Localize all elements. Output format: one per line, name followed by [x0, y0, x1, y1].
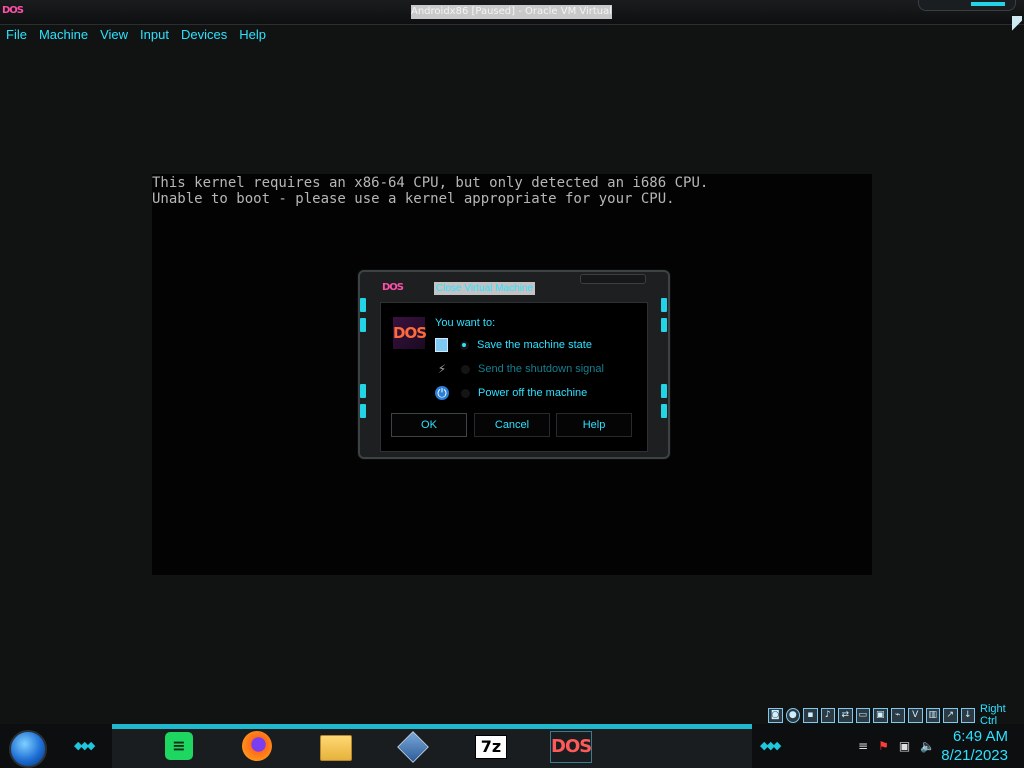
title-decoration — [918, 0, 1016, 11]
menu-input[interactable]: Input — [134, 24, 175, 46]
help-button[interactable]: Help — [556, 413, 632, 437]
network-tray-icon[interactable]: ▣ — [899, 739, 910, 753]
keyboard-capture-icon[interactable]: ↓ — [960, 707, 975, 723]
lightning-icon: ⚡ — [437, 362, 447, 376]
taskbar-chevron-right-icon: ◆◆◆ — [760, 739, 781, 752]
dialog-logo: DOS — [382, 282, 404, 293]
window-title: Androidx86 [Paused] - Oracle VM VirtualB… — [411, 5, 612, 19]
console-line-1: This kernel requires an x86-64 CPU, but … — [152, 175, 709, 191]
network-icon[interactable]: ⇄ — [838, 707, 853, 723]
dos-icon[interactable]: DOS — [548, 729, 592, 763]
optical-drive-icon[interactable]: ● — [785, 707, 800, 723]
clock[interactable]: 6:49 AM 8/21/2023 — [941, 727, 1008, 765]
menu-view[interactable]: View — [94, 24, 134, 46]
dialog-right-decoration — [661, 294, 668, 434]
dialog-top-decoration — [580, 274, 646, 284]
ok-button[interactable]: OK — [391, 413, 467, 437]
taskbar: ◆◆◆ ◆◆◆ ≡ 7z DOS ≡ ⚑ ▣ 🔈 6:49 AM 8/21/20… — [0, 724, 1024, 768]
title-bar: DOS Androidx86 [Paused] - Oracle VM Virt… — [0, 0, 1024, 25]
dialog-left-decoration — [360, 294, 367, 434]
radio-power-off[interactable] — [461, 388, 470, 398]
floppy-icon[interactable]: ▪ — [803, 707, 818, 723]
option-power-off[interactable]: ⏻ Power off the machine — [435, 385, 587, 401]
display-icon[interactable]: ▣ — [873, 707, 888, 723]
7zip-icon[interactable]: 7z — [473, 729, 507, 763]
close-vm-dialog: DOS Close Virtual Machine DOS You want t… — [358, 270, 670, 459]
menu-file[interactable]: File — [0, 24, 33, 46]
option-label: Save the machine state — [477, 339, 592, 351]
option-label: Send the shutdown signal — [478, 363, 604, 375]
dialog-app-icon: DOS — [393, 317, 427, 349]
firefox-icon[interactable] — [240, 729, 274, 763]
app-logo: DOS — [2, 5, 24, 16]
dialog-title: Close Virtual Machine — [434, 282, 536, 295]
action-center-flag-icon[interactable]: ⚑ — [878, 739, 889, 753]
taskbar-base — [112, 729, 752, 768]
volume-icon[interactable]: 🔈 — [920, 739, 935, 753]
dialog-prompt: You want to: — [435, 317, 496, 329]
shared-folder-icon[interactable]: ▭ — [855, 707, 870, 723]
dialog-body: DOS You want to: Save the machine state … — [380, 302, 648, 452]
cancel-button[interactable]: Cancel — [474, 413, 550, 437]
cpu-icon[interactable]: ▥ — [925, 707, 940, 723]
clock-date: 8/21/2023 — [941, 747, 1008, 764]
virtualbox-icon[interactable] — [395, 729, 429, 763]
file-explorer-icon[interactable] — [318, 729, 352, 763]
power-icon: ⏻ — [435, 386, 449, 400]
audio-icon[interactable]: ♪ — [820, 707, 835, 723]
7zip-label: 7z — [475, 735, 507, 759]
vm-status-bar: ◙ ● ▪ ♪ ⇄ ▭ ▣ ⌁ V ▥ ↗ ↓ Right Ctrl — [768, 703, 1024, 727]
menu-help[interactable]: Help — [233, 24, 272, 46]
menu-devices[interactable]: Devices — [175, 24, 233, 46]
spotify-icon[interactable]: ≡ — [162, 729, 196, 763]
hard-disk-icon[interactable]: ◙ — [768, 707, 783, 723]
recording-icon[interactable]: V — [908, 707, 923, 723]
console-line-2: Unable to boot - please use a kernel app… — [152, 191, 675, 207]
system-tray: ≡ ⚑ ▣ 🔈 — [858, 739, 935, 753]
start-button[interactable] — [9, 730, 47, 768]
clock-time: 6:49 AM — [952, 728, 1008, 745]
console-output: This kernel requires an x86-64 CPU, but … — [152, 175, 708, 207]
dos-label: DOS — [550, 731, 592, 763]
menu-bar: File Machine View Input Devices Help — [0, 24, 272, 46]
option-save-state[interactable]: Save the machine state — [435, 337, 592, 353]
radio-save-state[interactable] — [460, 340, 469, 350]
taskbar-chevron-left-icon: ◆◆◆ — [74, 739, 95, 752]
menu-machine[interactable]: Machine — [33, 24, 94, 46]
mouse-cursor-icon — [1012, 16, 1022, 42]
option-shutdown-signal: ⚡ Send the shutdown signal — [435, 361, 604, 377]
radio-shutdown-signal — [461, 364, 470, 374]
tray-chevron-icon[interactable]: ≡ — [858, 739, 868, 753]
save-state-icon — [435, 338, 448, 352]
mouse-integration-icon[interactable]: ↗ — [943, 707, 958, 723]
option-label: Power off the machine — [478, 387, 588, 399]
usb-icon[interactable]: ⌁ — [890, 707, 905, 723]
